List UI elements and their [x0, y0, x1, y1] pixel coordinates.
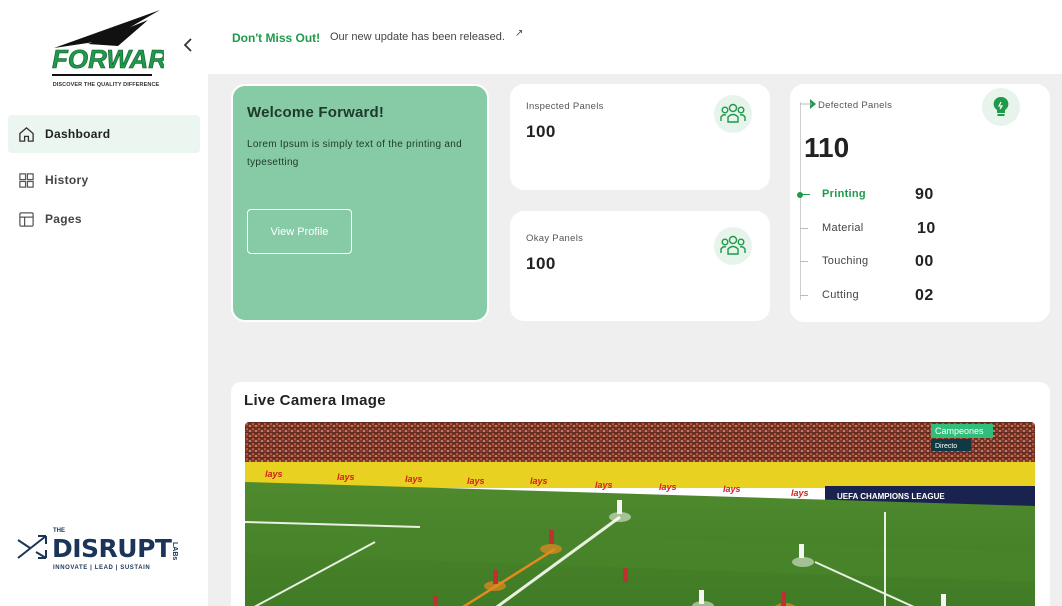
- welcome-title: Welcome Forward!: [247, 104, 385, 121]
- defected-panels-card: Defected Panels 110 Printing 90 Material…: [790, 84, 1050, 322]
- external-link-icon[interactable]: ↗: [515, 28, 523, 39]
- welcome-card: Welcome Forward! Lorem Ipsum is simply t…: [231, 84, 489, 322]
- inspected-panels-card: Inspected Panels 100: [510, 84, 770, 190]
- defect-value: 00: [915, 253, 934, 270]
- defect-value: 90: [915, 186, 934, 203]
- layout-icon: [19, 211, 34, 227]
- update-banner: Don't Miss Out! Our new update has been …: [208, 0, 1062, 74]
- sidebar-item-label: Dashboard: [45, 127, 111, 141]
- disrupt-name: DISRUPT: [52, 534, 172, 563]
- svg-text:lays: lays: [530, 476, 548, 486]
- svg-text:lays: lays: [467, 476, 485, 486]
- forward-logo-graphic: FORWARD: [52, 10, 186, 76]
- svg-text:FORWARD: FORWARD: [52, 44, 164, 74]
- svg-text:lays: lays: [405, 474, 423, 484]
- okay-label: Okay Panels: [526, 233, 584, 244]
- defect-name: Touching: [822, 255, 869, 267]
- logo-tagline: DISCOVER THE QUALITY DIFFERENCE: [52, 82, 160, 88]
- svg-text:lays: lays: [659, 482, 677, 492]
- live-camera-card: Live Camera Image lays lays lays lays la…: [231, 382, 1050, 606]
- defect-name: Cutting: [822, 289, 859, 301]
- sidebar-item-label: History: [45, 173, 89, 187]
- defect-name: Material: [822, 222, 864, 234]
- defect-name: Printing: [822, 188, 866, 200]
- welcome-body: Lorem Ipsum is simply text of the printi…: [247, 139, 463, 168]
- collapse-sidebar-icon[interactable]: [180, 36, 198, 54]
- inspected-label: Inspected Panels: [526, 101, 604, 112]
- inspected-value: 100: [526, 122, 556, 141]
- sidebar: FORWARD DISCOVER THE QUALITY DIFFERENCE …: [0, 0, 208, 606]
- svg-text:lays: lays: [595, 480, 613, 490]
- okay-panels-card: Okay Panels 100: [510, 211, 770, 321]
- lightbulb-icon: [982, 88, 1020, 126]
- disrupt-slogan: INNOVATE | LEAD | SUSTAIN: [53, 565, 151, 571]
- banner-message: Our new update has been released.: [330, 31, 505, 43]
- svg-text:lays: lays: [791, 488, 809, 498]
- disrupt-arrows-icon: [17, 535, 47, 559]
- sidebar-item-label: Pages: [45, 212, 82, 226]
- svg-text:lays: lays: [265, 469, 283, 479]
- defected-total: 110: [804, 132, 850, 163]
- svg-text:Campeones: Campeones: [935, 426, 984, 436]
- camera-title: Live Camera Image: [244, 392, 386, 409]
- users-icon: [714, 95, 752, 133]
- view-profile-button[interactable]: View Profile: [247, 209, 352, 254]
- sidebar-item-dashboard[interactable]: Dashboard: [8, 115, 200, 153]
- svg-text:UEFA CHAMPIONS LEAGUE: UEFA CHAMPIONS LEAGUE: [837, 492, 945, 501]
- okay-value: 100: [526, 254, 556, 273]
- defect-row-printing[interactable]: Printing 90: [797, 186, 1000, 204]
- live-camera-image[interactable]: lays lays lays lays lays lays lays lays …: [245, 422, 1035, 606]
- disrupt-labs: LABs: [171, 542, 178, 561]
- sidebar-item-history[interactable]: History: [8, 161, 200, 199]
- disrupt-labs-logo: THE DISRUPT LABs INNOVATE | LEAD | SUSTA…: [16, 528, 196, 578]
- active-dot: [797, 192, 803, 198]
- defect-value: 10: [917, 220, 936, 237]
- defected-label: Defected Panels: [818, 100, 893, 111]
- forward-logo[interactable]: FORWARD DISCOVER THE QUALITY DIFFERENCE: [48, 8, 186, 92]
- banner-highlight: Don't Miss Out!: [232, 31, 321, 45]
- svg-text:lays: lays: [337, 472, 355, 482]
- svg-text:Directo: Directo: [935, 443, 957, 450]
- home-icon: [19, 126, 34, 142]
- defect-row-touching[interactable]: Touching 00: [800, 253, 1000, 271]
- defect-value: 02: [915, 287, 934, 304]
- defect-row-material[interactable]: Material 10: [800, 220, 1000, 238]
- defect-row-cutting[interactable]: Cutting 02: [800, 287, 1000, 305]
- sidebar-item-pages[interactable]: Pages: [8, 200, 200, 238]
- grid-icon: [19, 172, 34, 188]
- users-icon: [714, 227, 752, 265]
- svg-text:lays: lays: [723, 484, 741, 494]
